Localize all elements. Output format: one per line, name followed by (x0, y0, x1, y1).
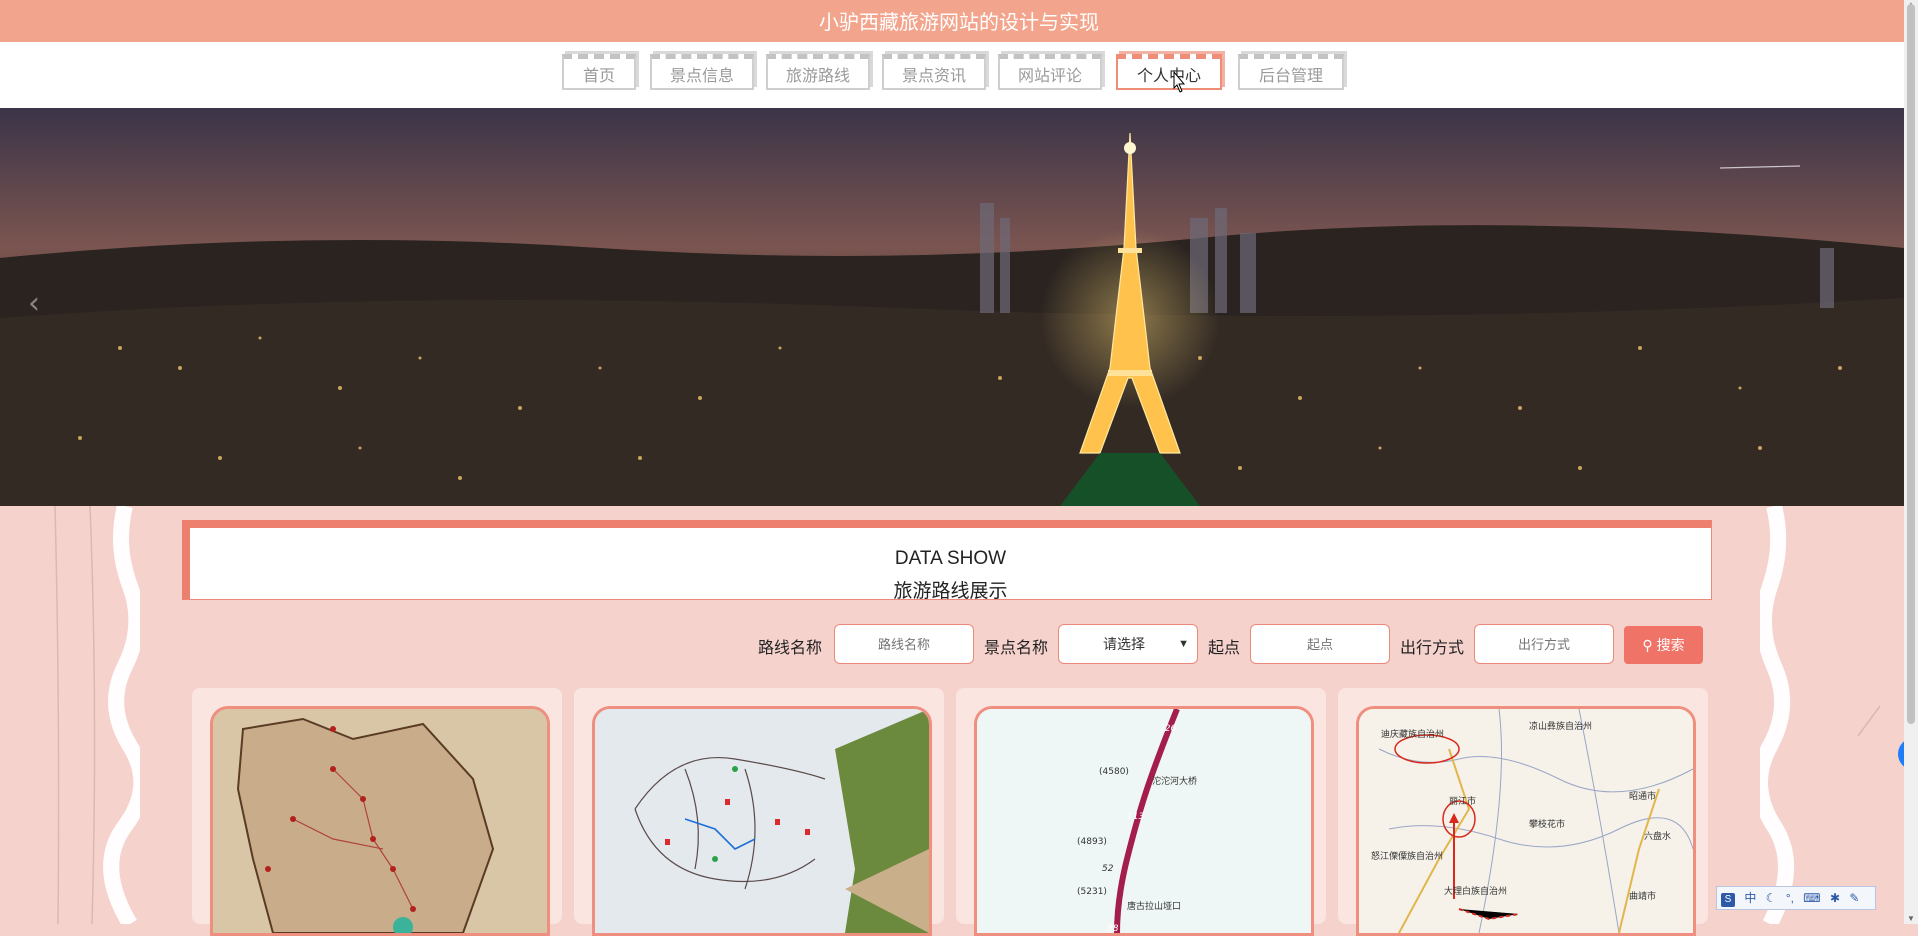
route-card[interactable]: 迪庆藏族自治州 凉山彝族自治州 昭通市 丽江市 攀枝花市 六盘水 怒江傈僳族自治… (1338, 688, 1708, 936)
map3-label-8: 113 (1127, 812, 1144, 822)
section-header: DATA SHOW 旅游路线展示 (182, 520, 1712, 602)
nav-admin[interactable]: 后台管理 (1238, 54, 1344, 90)
map3-label-1: (4580) (1099, 767, 1129, 777)
spot-name-label: 景点名称 (984, 640, 1049, 657)
search-button-label: 搜索 (1656, 637, 1685, 653)
nav-travel-routes[interactable]: 旅游路线 (766, 54, 870, 90)
mouse-cursor-icon (1173, 70, 1186, 93)
route-map-3-icon: (4580) 沱沱河大桥 (4893) 52 (5231) 唐古拉山垭口 226… (977, 709, 1311, 933)
nav-scenic-news[interactable]: 景点资讯 (882, 54, 986, 90)
map3-label-6: 唐古拉山垭口 (1127, 900, 1181, 912)
map4-label-2: 凉山彝族自治州 (1529, 720, 1592, 732)
map3-label-2: 沱沱河大桥 (1152, 775, 1197, 787)
spot-name-select[interactable]: 请选择 ▼ (1058, 624, 1198, 664)
settings-icon: ✱ (1829, 891, 1841, 905)
scroll-down-icon[interactable]: ▼ (1906, 914, 1916, 924)
section-title-en: DATA SHOW (894, 548, 1007, 569)
ime-logo-icon: S (1721, 893, 1735, 907)
nav-site-comments[interactable]: 网站评论 (998, 54, 1102, 90)
right-decor-icon (1760, 506, 1881, 924)
route-map-image (592, 706, 932, 936)
route-card[interactable] (192, 688, 562, 936)
map3-label-9: 88 (1107, 924, 1119, 933)
ime-toolbar[interactable]: S 中 ☾ °, ⌨ ✱ ✎ (1716, 886, 1876, 910)
top-header-bar: 小驴西藏旅游网站的设计与实现 (0, 0, 1918, 42)
site-title: 小驴西藏旅游网站的设计与实现 (819, 10, 1099, 34)
punctuation-icon: °, (1785, 891, 1794, 905)
night-city-image: ‹ (0, 108, 1904, 506)
map4-label-9: 曲靖市 (1629, 890, 1656, 902)
map3-label-7: 226 (1159, 724, 1176, 734)
scroll-thumb[interactable] (1907, 4, 1915, 724)
nav-personal-center[interactable]: 个人中心 (1116, 54, 1222, 90)
search-bar: 路线名称 景点名称 请选择 ▼ 起点 出行方式 ⚲ 搜索 (0, 622, 1918, 668)
ime-mode-label: 中 (1744, 891, 1757, 905)
chevron-down-icon: ▼ (1178, 638, 1189, 650)
page-scrollbar[interactable]: ▲ ▼ (1904, 0, 1918, 924)
route-map-4-icon: 迪庆藏族自治州 凉山彝族自治州 昭通市 丽江市 攀枝花市 六盘水 怒江傈僳族自治… (1359, 709, 1693, 933)
route-map-1-icon (213, 709, 547, 933)
map4-label-5: 攀枝花市 (1529, 818, 1565, 830)
route-map-2-icon (595, 709, 929, 933)
map3-label-4: 52 (1102, 864, 1114, 874)
moon-icon: ☾ (1765, 891, 1777, 905)
travel-mode-input[interactable] (1474, 624, 1614, 664)
route-map-image (210, 706, 550, 936)
map4-label-1: 迪庆藏族自治州 (1381, 728, 1444, 740)
search-icon: ⚲ (1642, 637, 1653, 653)
section-title-cn: 旅游路线展示 (893, 580, 1008, 602)
route-map-image: 迪庆藏族自治州 凉山彝族自治州 昭通市 丽江市 攀枝花市 六盘水 怒江傈僳族自治… (1356, 706, 1696, 936)
search-button[interactable]: ⚲ 搜索 (1624, 626, 1703, 664)
nav-home[interactable]: 首页 (562, 54, 636, 90)
banner-prev-icon: ‹ (28, 286, 40, 321)
main-nav: 首页 景点信息 旅游路线 景点资讯 网站评论 个人中心 后台管理 (0, 42, 1904, 108)
map4-label-3: 昭通市 (1629, 790, 1656, 802)
start-input[interactable] (1250, 624, 1390, 664)
keyboard-icon: ⌨ (1803, 891, 1821, 905)
nav-scenic-info[interactable]: 景点信息 (650, 54, 754, 90)
spot-select-value: 请选择 (1103, 636, 1145, 652)
route-card[interactable]: (4580) 沱沱河大桥 (4893) 52 (5231) 唐古拉山垭口 226… (956, 688, 1326, 936)
map4-label-6: 六盘水 (1644, 830, 1671, 842)
route-card[interactable] (574, 688, 944, 936)
route-map-image: (4580) 沱沱河大桥 (4893) 52 (5231) 唐古拉山垭口 226… (974, 706, 1314, 936)
map4-label-8: 大理白族自治州 (1444, 885, 1507, 897)
hero-banner: ‹ (0, 108, 1904, 506)
left-decor-icon (54, 506, 140, 924)
route-name-input[interactable] (834, 624, 974, 664)
wrench-icon: ✎ (1849, 891, 1860, 905)
travel-mode-label: 出行方式 (1400, 640, 1465, 657)
map3-label-5: (5231) (1077, 887, 1107, 897)
start-label: 起点 (1208, 640, 1241, 657)
route-name-label: 路线名称 (758, 640, 823, 657)
map4-label-7: 怒江傈僳族自治州 (1371, 850, 1443, 862)
map4-label-4: 丽江市 (1449, 795, 1476, 807)
map3-label-3: (4893) (1077, 837, 1107, 847)
